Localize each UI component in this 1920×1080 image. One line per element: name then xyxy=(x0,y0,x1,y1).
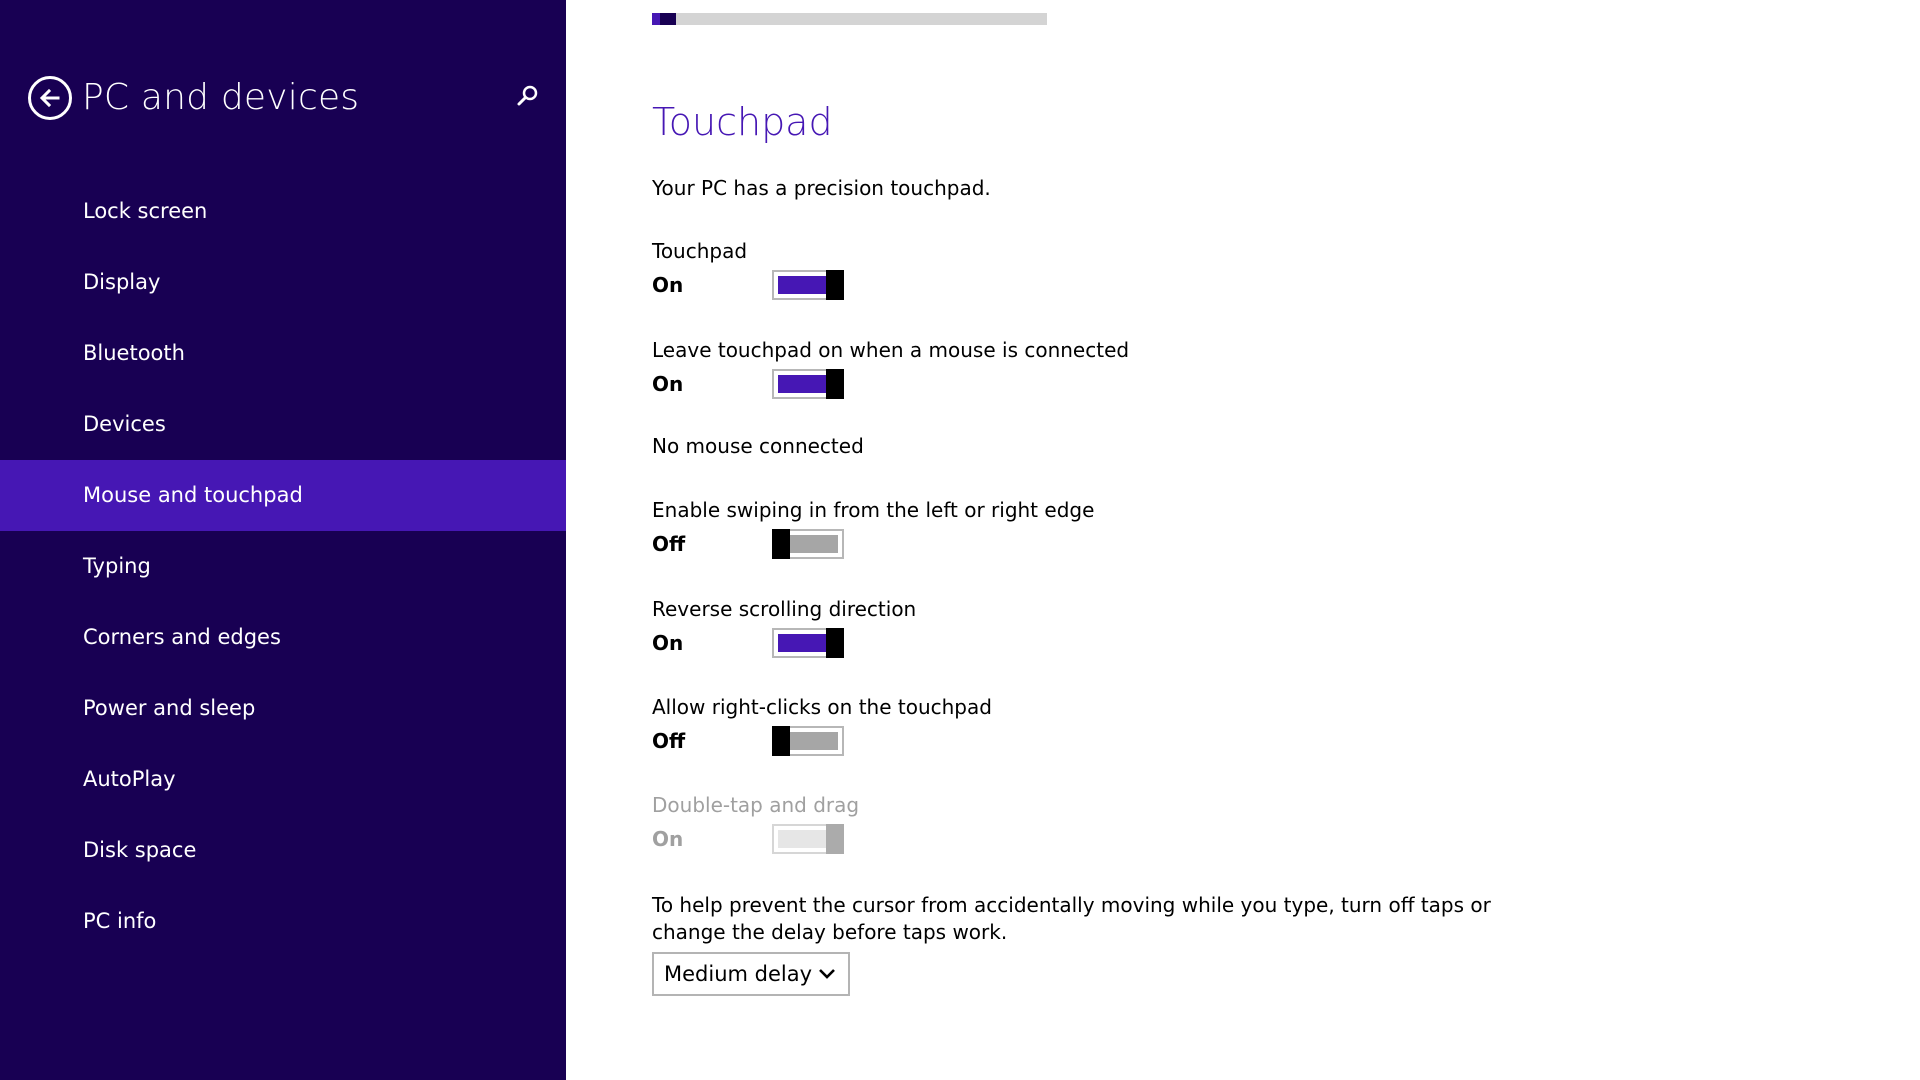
sidebar-item-display[interactable]: Display xyxy=(0,247,566,318)
toggle-thumb xyxy=(772,529,790,559)
setting-label: Enable swiping in from the left or right… xyxy=(652,498,1095,522)
toggle-state-label: Off xyxy=(652,532,686,556)
setting-row: On xyxy=(652,270,1552,300)
toggle-thumb xyxy=(772,726,790,756)
setting-reverse-scrolling: Reverse scrolling direction On xyxy=(652,596,1552,658)
tap-delay-dropdown[interactable]: Medium delay xyxy=(652,952,850,996)
search-button[interactable] xyxy=(512,82,542,112)
reverse-scrolling-toggle[interactable] xyxy=(772,628,844,658)
sidebar-item-bluetooth[interactable]: Bluetooth xyxy=(0,318,566,389)
section-title: Touchpad xyxy=(652,100,833,144)
setting-swipe-edge: Enable swiping in from the left or right… xyxy=(652,497,1552,559)
leave-touchpad-on-toggle[interactable] xyxy=(772,369,844,399)
setting-leave-touchpad-on: Leave touchpad on when a mouse is connec… xyxy=(652,337,1552,399)
setting-row: On xyxy=(652,824,1552,854)
toggle-state-label: On xyxy=(652,827,684,851)
sidebar-item-pc-info[interactable]: PC info xyxy=(0,886,566,957)
sidebar-item-lock-screen[interactable]: Lock screen xyxy=(0,176,566,247)
setting-row: On xyxy=(652,369,1552,399)
sidebar: PC and devices Lock screen Display Bluet… xyxy=(0,0,566,1080)
sidebar-item-corners-and-edges[interactable]: Corners and edges xyxy=(0,602,566,673)
toggle-thumb xyxy=(826,824,844,854)
setting-row: On xyxy=(652,628,1552,658)
swipe-edge-toggle[interactable] xyxy=(772,529,844,559)
sidebar-nav: Lock screen Display Bluetooth Devices Mo… xyxy=(0,176,566,957)
setting-double-tap-drag: Double-tap and drag On xyxy=(652,792,1552,854)
toggle-state-label: On xyxy=(652,631,684,655)
back-button[interactable] xyxy=(28,76,72,120)
dropdown-value: Medium delay xyxy=(664,962,813,986)
toggle-thumb xyxy=(826,628,844,658)
setting-label: Reverse scrolling direction xyxy=(652,597,917,621)
double-tap-drag-toggle xyxy=(772,824,844,854)
page-title: PC and devices xyxy=(82,77,360,118)
sidebar-item-disk-space[interactable]: Disk space xyxy=(0,815,566,886)
toggle-thumb xyxy=(826,369,844,399)
setting-label: Touchpad xyxy=(652,239,748,263)
setting-touchpad: Touchpad On xyxy=(652,238,1552,300)
no-mouse-status: No mouse connected xyxy=(652,434,864,458)
setting-right-clicks: Allow right-clicks on the touchpad Off xyxy=(652,694,1552,756)
toggle-state-label: On xyxy=(652,372,684,396)
loading-progress-fill xyxy=(652,13,676,25)
toggle-state-label: On xyxy=(652,273,684,297)
setting-row: Off xyxy=(652,529,1552,559)
main-content: Touchpad Your PC has a precision touchpa… xyxy=(566,0,1920,1080)
setting-row: Off xyxy=(652,726,1552,756)
toggle-thumb xyxy=(826,270,844,300)
chevron-down-icon xyxy=(819,969,835,979)
sidebar-item-typing[interactable]: Typing xyxy=(0,531,566,602)
setting-label: Double-tap and drag xyxy=(652,793,860,817)
sidebar-item-autoplay[interactable]: AutoPlay xyxy=(0,744,566,815)
sidebar-item-power-and-sleep[interactable]: Power and sleep xyxy=(0,673,566,744)
toggle-state-label: Off xyxy=(652,729,686,753)
touchpad-toggle[interactable] xyxy=(772,270,844,300)
sidebar-item-devices[interactable]: Devices xyxy=(0,389,566,460)
loading-progress-bar xyxy=(652,13,1047,25)
sidebar-header: PC and devices xyxy=(28,76,359,120)
tap-delay-help-text: To help prevent the cursor from accident… xyxy=(652,893,1491,944)
search-icon xyxy=(517,85,538,106)
touchpad-description: Your PC has a precision touchpad. xyxy=(652,176,991,200)
right-clicks-toggle[interactable] xyxy=(772,726,844,756)
back-arrow-icon xyxy=(39,88,60,108)
setting-label: Leave touchpad on when a mouse is connec… xyxy=(652,338,1130,362)
setting-label: Allow right-clicks on the touchpad xyxy=(652,695,992,719)
sidebar-item-mouse-and-touchpad[interactable]: Mouse and touchpad xyxy=(0,460,566,531)
